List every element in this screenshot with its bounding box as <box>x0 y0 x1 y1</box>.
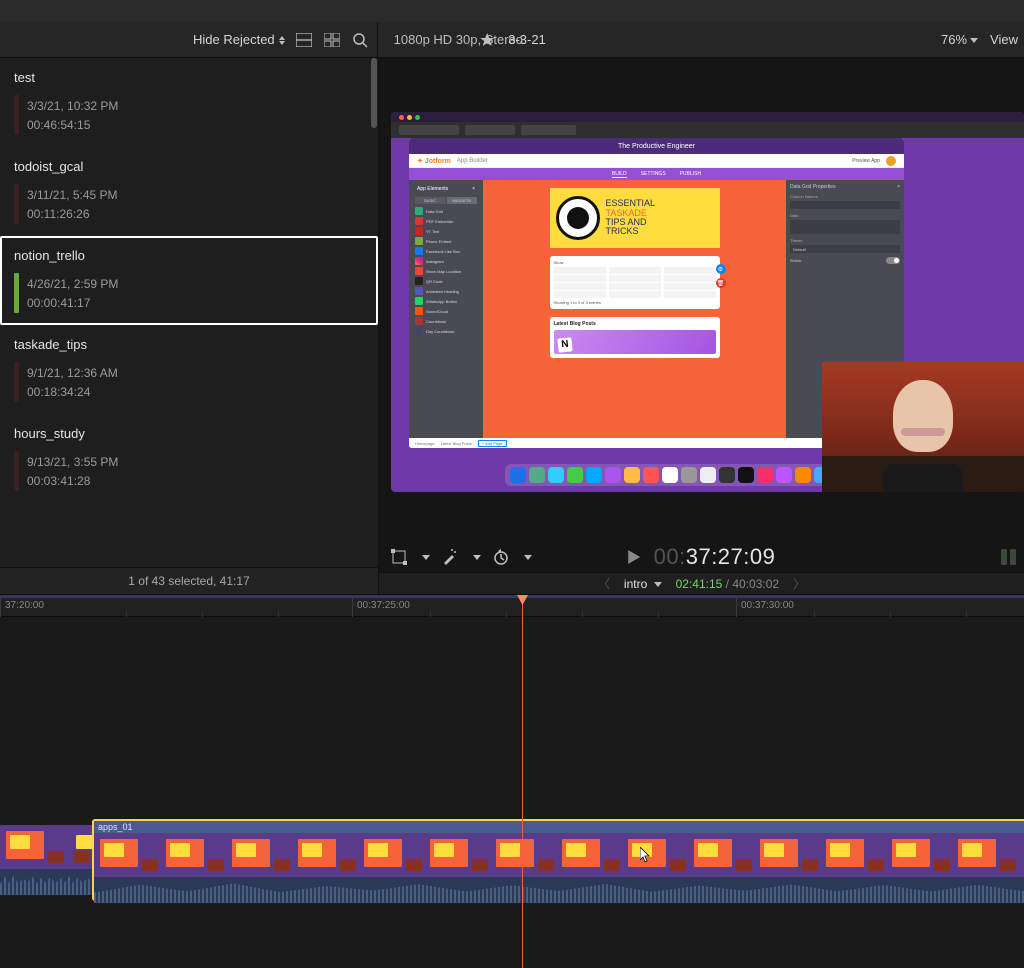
timeline-clip[interactable] <box>0 825 92 895</box>
clip-label: apps_01 <box>94 821 1024 833</box>
preview-webcam <box>822 362 1024 492</box>
timeline[interactable]: 37:20:00 00:37:25:00 00:37:30:00 apps_01 <box>0 594 1024 968</box>
index-current: 02:41:15 <box>676 577 723 591</box>
ruler-tick: 00:37:30:00 <box>741 600 794 611</box>
window-titlebar <box>0 0 1024 22</box>
hide-rejected-dropdown[interactable]: Hide Rejected <box>193 32 285 47</box>
ruler-tick: 37:20:00 <box>5 600 44 611</box>
index-total: 40:03:02 <box>732 577 779 591</box>
event-name: hours_study <box>14 426 364 441</box>
favorite-icon[interactable] <box>478 31 496 49</box>
event-duration: 00:46:54:15 <box>27 116 118 135</box>
retime-tool-icon[interactable] <box>491 547 511 567</box>
event-thumb <box>14 184 19 224</box>
event-thumb <box>14 95 19 135</box>
prev-edit-icon[interactable]: 〈 <box>598 575 610 592</box>
list-view-icon[interactable] <box>323 31 341 49</box>
event-browser: test 3/3/21, 10:32 PM00:46:54:15 todoist… <box>0 58 379 594</box>
timeline-clip-selected[interactable]: apps_01 <box>92 819 1024 901</box>
tab-publish: PUBLISH <box>680 171 701 177</box>
avatar <box>886 156 896 166</box>
viewer: The Productive Engineer ✦ Jotform App Bu… <box>379 58 1024 594</box>
event-item[interactable]: hours_study 9/13/21, 3:55 PM00:03:41:28 <box>0 414 378 503</box>
close-icon: × <box>897 184 900 190</box>
event-thumb <box>14 451 19 491</box>
retime-dropdown[interactable] <box>524 555 532 560</box>
preview-sidebar: App Elements× BASICWIDGETS Data Grid PDF… <box>409 180 483 438</box>
pin-settings-icon: ⚙ <box>716 264 726 274</box>
tab-build: BUILD <box>612 171 627 178</box>
tab-settings: SETTINGS <box>641 171 666 177</box>
play-icon[interactable] <box>628 550 640 564</box>
toolbar: Hide Rejected 1080p HD 30p, Stereo 3-3-2… <box>0 22 1024 58</box>
close-icon: × <box>472 186 475 192</box>
event-date: 3/11/21, 5:45 PM <box>27 186 118 205</box>
event-duration: 00:03:41:28 <box>27 472 118 491</box>
event-name: todoist_gcal <box>14 159 364 174</box>
transform-tool-icon[interactable] <box>389 547 409 567</box>
next-edit-icon[interactable]: 〉 <box>793 575 805 592</box>
timeline-index-bar: 〈 intro 02:41:15 / 40:03:02 〉 <box>379 572 1024 594</box>
preview-main: ESSENTIAL TASKADE TIPS AND TRICKS Show <box>483 180 786 438</box>
event-duration: 00:18:34:24 <box>27 383 118 402</box>
pin-delete-icon: 🗑 <box>716 278 726 288</box>
event-name: test <box>14 70 364 85</box>
event-item[interactable]: notion_trello 4/26/21, 2:59 PM00:00:41:1… <box>0 236 378 325</box>
event-thumb <box>14 273 19 313</box>
event-duration: 00:00:41:17 <box>27 294 118 313</box>
event-name: notion_trello <box>14 248 364 263</box>
event-item[interactable]: taskade_tips 9/1/21, 12:36 AM00:18:34:24 <box>0 325 378 414</box>
audio-meter <box>1001 549 1016 565</box>
browser-status: 1 of 43 selected, 41:17 <box>0 567 378 594</box>
event-date: 4/26/21, 2:59 PM <box>27 275 118 294</box>
view-dropdown[interactable]: View <box>990 32 1018 47</box>
ruler-tick: 00:37:25:00 <box>357 600 410 611</box>
viewer-toolbar: 00:37:27:09 <box>379 542 1024 572</box>
index-name[interactable]: intro <box>624 577 647 591</box>
project-name[interactable]: 3-3-21 <box>508 32 546 47</box>
timeline-ruler[interactable]: 37:20:00 00:37:25:00 00:37:30:00 <box>0 595 1024 617</box>
post-thumb <box>554 330 716 354</box>
playhead[interactable] <box>522 595 523 968</box>
jotform-logo: ✦ Jotform <box>417 157 451 165</box>
preview-topbar: The Productive Engineer <box>409 138 904 154</box>
browser-scrollbar[interactable] <box>371 58 377 128</box>
event-date: 3/3/21, 10:32 PM <box>27 97 118 116</box>
event-date: 9/13/21, 3:55 PM <box>27 453 118 472</box>
event-date: 9/1/21, 12:36 AM <box>27 364 118 383</box>
enhance-dropdown[interactable] <box>473 555 481 560</box>
zoom-dropdown[interactable]: 76% <box>941 32 978 47</box>
transform-dropdown[interactable] <box>422 555 430 560</box>
event-name: taskade_tips <box>14 337 364 352</box>
hero-icon <box>556 196 600 240</box>
event-thumb <box>14 362 19 402</box>
timecode: 37:27:09 <box>686 544 776 569</box>
enhance-tool-icon[interactable] <box>440 547 460 567</box>
event-item[interactable]: todoist_gcal 3/11/21, 5:45 PM00:11:26:26 <box>0 147 378 236</box>
clip-appearance-icon[interactable] <box>295 31 313 49</box>
event-duration: 00:11:26:26 <box>27 205 118 224</box>
app-builder-label: App Builder <box>457 158 488 164</box>
preview-canvas[interactable]: The Productive Engineer ✦ Jotform App Bu… <box>391 112 1024 492</box>
search-icon[interactable] <box>351 31 369 49</box>
event-item[interactable]: test 3/3/21, 10:32 PM00:46:54:15 <box>0 58 378 147</box>
